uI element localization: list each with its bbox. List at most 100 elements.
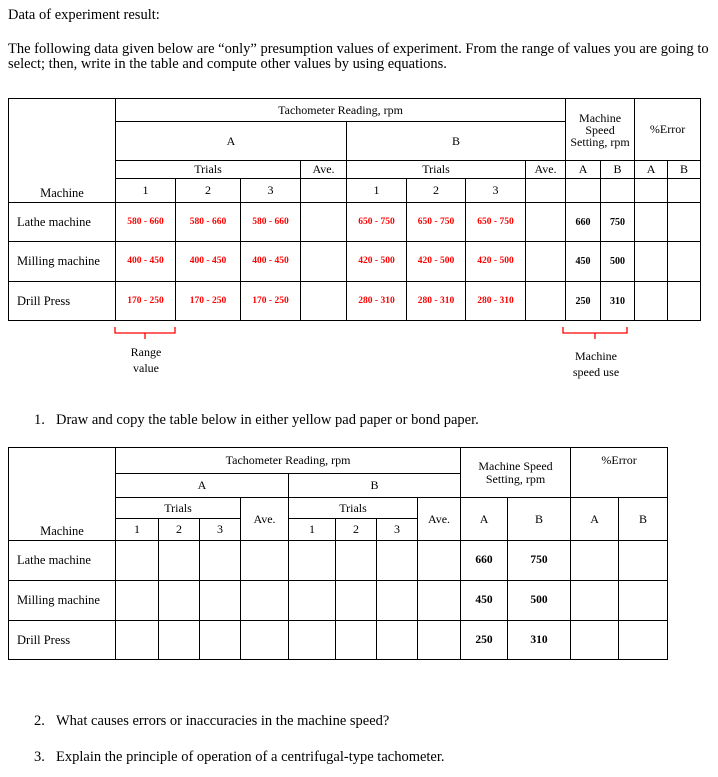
caption-line: speed use (572, 365, 620, 379)
table-row: Lathe machine 660 750 (8, 540, 669, 581)
empty-cell (335, 580, 377, 621)
question-1: 1. Draw and copy the table below in eithe… (34, 412, 479, 428)
speed-b-value: 500 (600, 241, 636, 282)
empty-cell (618, 580, 669, 621)
b-trial-range: 650 - 750 (465, 202, 526, 242)
machine-header: Machine (8, 98, 116, 203)
a-trial-range: 400 - 450 (240, 241, 301, 282)
machine-name: Lathe machine (8, 540, 116, 581)
a-trial-range: 400 - 450 (115, 241, 176, 282)
machine-speed-header: Machine Speed Setting, rpm (460, 447, 572, 498)
empty-cell (376, 620, 418, 660)
a-trial-range: 400 - 450 (175, 241, 241, 282)
a-trial-range: 580 - 660 (175, 202, 241, 242)
error-b-header: B (667, 160, 702, 179)
b-trial-range: 650 - 750 (346, 202, 407, 242)
speed-b-value: 500 (507, 580, 572, 621)
empty-cell (667, 178, 702, 203)
empty-cell (240, 580, 289, 621)
speed-a-header: A (565, 160, 602, 179)
trial-number: 3 (199, 518, 241, 541)
trial-number: 3 (240, 178, 301, 203)
empty-cell (199, 540, 241, 581)
error-a-value (634, 281, 669, 321)
empty-cell (240, 620, 289, 660)
empty-cell (288, 580, 336, 621)
speed-a-value: 660 (460, 540, 509, 581)
speed-a-value: 660 (565, 202, 602, 242)
table-row: Lathe machine 580 - 660 580 - 660 580 - … (8, 202, 702, 242)
empty-cell (300, 178, 347, 203)
empty-cell (416, 620, 462, 660)
group-b-header: B (345, 121, 567, 161)
table-row: Milling machine 450 500 (8, 580, 669, 621)
speed-b-value: 750 (507, 540, 572, 581)
error-b-value (667, 281, 702, 321)
empty-cell (524, 178, 567, 203)
a-trial-range: 170 - 250 (240, 281, 301, 321)
speed-b-header: B (600, 160, 636, 179)
machine-name: Drill Press (8, 281, 116, 321)
b-trial-range: 280 - 310 (346, 281, 407, 321)
group-b-header: B (287, 473, 462, 498)
b-trial-range: 420 - 500 (465, 241, 526, 282)
trial-number: 2 (158, 518, 200, 541)
machine-speed-use-caption: Machine speed use (560, 348, 632, 380)
a-average (300, 281, 347, 321)
trial-number: 3 (376, 518, 418, 541)
empty-cell (288, 540, 336, 581)
error-a-header: A (570, 497, 620, 541)
empty-cell (618, 620, 669, 660)
empty-cell (600, 178, 636, 203)
b-average (524, 281, 567, 321)
group-a-header: A (115, 473, 289, 498)
empty-cell (376, 540, 418, 581)
machine-name: Drill Press (8, 620, 116, 660)
b-average (524, 202, 567, 242)
empty-cell (335, 540, 377, 581)
b-trial-range: 420 - 500 (406, 241, 466, 282)
trial-number: 2 (175, 178, 241, 203)
a-average (300, 241, 347, 282)
speed-a-value: 450 (460, 580, 509, 621)
error-a-header: A (634, 160, 669, 179)
question-text: Draw and copy the table below in either … (56, 412, 479, 428)
ave-b-header: Ave. (416, 497, 462, 541)
question-number: 1. (34, 412, 45, 428)
trial-number: 2 (406, 178, 466, 203)
table-row: Drill Press 170 - 250 170 - 250 170 - 25… (8, 281, 702, 321)
table-row: Milling machine 400 - 450 400 - 450 400 … (8, 241, 702, 282)
question-text: What causes errors or inaccuracies in th… (56, 713, 390, 729)
empty-cell (115, 580, 159, 621)
a-average (300, 202, 347, 242)
b-average (524, 241, 567, 282)
speed-b-value: 310 (507, 620, 572, 660)
error-b-value (667, 202, 702, 242)
trials-a-header: Trials (115, 497, 241, 519)
error-b-value (667, 241, 702, 282)
empty-cell (570, 620, 620, 660)
ave-a-header: Ave. (240, 497, 289, 541)
trials-a-header: Trials (115, 160, 301, 179)
caption-line: Range (130, 345, 162, 359)
empty-cell (634, 178, 669, 203)
error-b-header: B (618, 497, 669, 541)
empty-cell (416, 580, 462, 621)
machine-speed-use-brace (562, 327, 628, 339)
question-number: 3. (34, 749, 45, 765)
tachometer-header: Tachometer Reading, rpm (114, 447, 462, 474)
trials-b-header: Trials (346, 160, 526, 179)
empty-cell (618, 540, 669, 581)
speed-a-value: 250 (565, 281, 602, 321)
speed-b-header: B (507, 497, 572, 541)
empty-cell (240, 540, 289, 581)
error-header: %Error (570, 447, 669, 498)
speed-b-value: 750 (600, 202, 636, 242)
empty-cell (376, 580, 418, 621)
speed-a-value: 450 (565, 241, 602, 282)
heading: Data of experiment result: (8, 7, 160, 23)
empty-cell (199, 620, 241, 660)
b-trial-range: 280 - 310 (465, 281, 526, 321)
blank-data-table: Machine Tachometer Reading, rpm Machine … (8, 447, 669, 660)
machine-speed-header: Machine Speed Setting, rpm (565, 98, 636, 161)
